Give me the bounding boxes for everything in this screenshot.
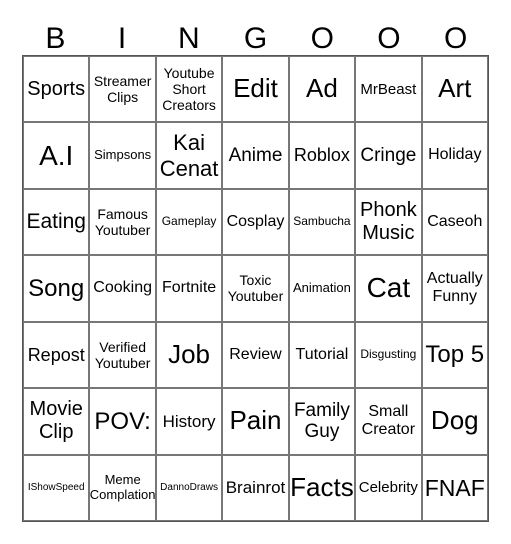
- bingo-cell[interactable]: Disgusting: [355, 321, 422, 389]
- bingo-cell[interactable]: Fortnite: [155, 255, 223, 322]
- bingo-cell[interactable]: Dog: [421, 388, 488, 455]
- header-letter: O: [444, 22, 468, 55]
- bingo-cell[interactable]: Celebrity: [355, 454, 422, 521]
- bingo-cell[interactable]: Animation: [288, 255, 356, 322]
- bingo-cell[interactable]: Sports: [23, 56, 90, 123]
- header-letter: I: [117, 22, 127, 55]
- bingo-cell[interactable]: Holiday: [421, 122, 488, 189]
- bingo-cell[interactable]: Meme Complation: [89, 454, 156, 521]
- header-letter: B: [45, 22, 66, 55]
- bingo-header: BINGOOO: [22, 22, 489, 56]
- bingo-cell[interactable]: Gameplay: [155, 188, 223, 256]
- bingo-cell[interactable]: Verified Youtuber: [89, 321, 156, 389]
- bingo-cell[interactable]: Actually Funny: [421, 255, 488, 322]
- bingo-cell[interactable]: History: [155, 388, 223, 455]
- bingo-cell[interactable]: Pain: [222, 388, 289, 455]
- header-letter: O: [310, 22, 334, 55]
- bingo-cell[interactable]: Streamer Clips: [89, 56, 156, 123]
- bingo-cell[interactable]: Sambucha: [288, 188, 356, 256]
- header-letter: G: [243, 22, 268, 55]
- bingo-cell[interactable]: Job: [155, 321, 223, 389]
- bingo-cell[interactable]: Anime: [222, 122, 289, 189]
- bingo-cell[interactable]: Movie Clip: [23, 388, 90, 455]
- header-letter: O: [377, 22, 401, 55]
- bingo-cell[interactable]: Cat: [355, 255, 422, 322]
- bingo-cell[interactable]: Review: [222, 321, 289, 389]
- bingo-grid: Sports Streamer Clips Youtube Short Creato…: [22, 55, 489, 522]
- bingo-cell[interactable]: Youtube Short Creators: [155, 56, 223, 123]
- bingo-cell[interactable]: Toxic Youtuber: [222, 255, 289, 322]
- bingo-cell[interactable]: Cooking: [89, 255, 156, 322]
- bingo-cell[interactable]: Tutorial: [288, 321, 356, 389]
- bingo-cell[interactable]: Ad: [288, 56, 356, 123]
- bingo-cell[interactable]: Caseoh: [421, 188, 488, 256]
- bingo-cell[interactable]: Repost: [23, 321, 90, 389]
- bingo-cell[interactable]: POV:: [89, 388, 156, 455]
- header-letter: N: [177, 22, 200, 55]
- bingo-cell[interactable]: Small Creator: [355, 388, 422, 455]
- bingo-cell[interactable]: Cringe: [355, 122, 422, 189]
- bingo-cell[interactable]: FNAF: [421, 454, 488, 521]
- bingo-cell[interactable]: Cosplay: [222, 188, 289, 256]
- bingo-cell[interactable]: Brainrot: [222, 454, 289, 521]
- bingo-cell[interactable]: Edit: [222, 56, 289, 123]
- bingo-cell[interactable]: Kai Cenat: [155, 122, 223, 189]
- bingo-cell[interactable]: Famous Youtuber: [89, 188, 156, 256]
- bingo-cell[interactable]: DannoDraws: [155, 454, 223, 521]
- bingo-cell[interactable]: IShowSpeed: [23, 454, 90, 521]
- bingo-cell[interactable]: MrBeast: [355, 56, 422, 123]
- bingo-cell[interactable]: Song: [23, 255, 90, 322]
- bingo-cell[interactable]: Top 5: [421, 321, 488, 389]
- bingo-cell[interactable]: Facts: [288, 454, 356, 521]
- bingo-cell[interactable]: A.I: [23, 122, 90, 189]
- bingo-cell[interactable]: Roblox: [288, 122, 356, 189]
- bingo-cell[interactable]: Eating: [23, 188, 90, 256]
- bingo-cell[interactable]: Simpsons: [89, 122, 156, 189]
- bingo-cell[interactable]: Phonk Music: [355, 188, 422, 256]
- bingo-cell[interactable]: Family Guy: [288, 388, 356, 455]
- bingo-cell[interactable]: Art: [421, 56, 488, 123]
